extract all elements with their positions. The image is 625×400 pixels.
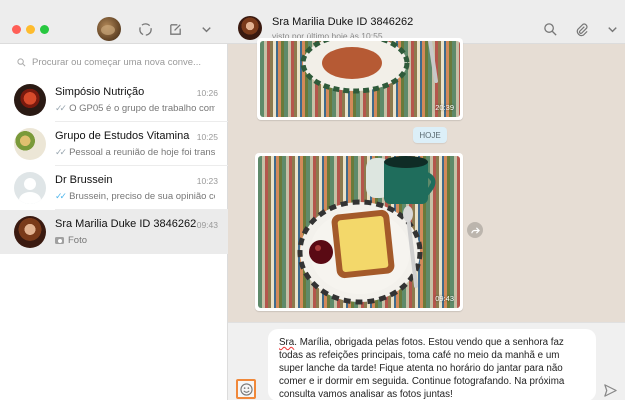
sidebar-header	[0, 0, 228, 44]
camera-icon	[55, 237, 64, 244]
chat-preview: Foto	[55, 235, 215, 246]
chat-preview-text: Brussein, preciso de sua opinião co...	[69, 191, 215, 202]
date-separator: HOJE	[413, 127, 447, 143]
sent-ticks-icon: ✓✓	[55, 103, 67, 113]
chat-list-item[interactable]: Simpósio Nutrição 10:26 ✓✓ O GP05 é o gru…	[0, 78, 228, 122]
search-icon	[10, 57, 32, 67]
status-icon[interactable]	[135, 19, 155, 39]
message-composer: Sra. Marília, obrigada pelas fotos. Esto…	[228, 322, 625, 400]
emoji-icon[interactable]	[236, 379, 256, 399]
message-time: 20:39	[435, 103, 454, 112]
chat-preview-text: O GP05 é o grupo de trabalho com ...	[69, 103, 215, 114]
photo-message[interactable]: 09:43	[255, 153, 463, 311]
minimize-window-button[interactable]	[26, 25, 35, 34]
chat-name: Simpósio Nutrição	[55, 86, 145, 98]
message-time: 09:43	[435, 294, 454, 303]
chat-list-item-active[interactable]: Sra Marilia Duke ID 3846262 09:43 Foto	[0, 210, 228, 254]
my-profile-avatar[interactable]	[97, 17, 121, 41]
chat-time: 10:26	[196, 88, 218, 98]
chat-avatar	[14, 128, 46, 160]
chat-time: 10:25	[196, 132, 218, 142]
misspelled-word: Sra	[279, 337, 295, 348]
chat-name: Sra Marilia Duke ID 3846262	[55, 218, 197, 230]
message-draft-text: . Marília, obrigada pelas fotos. Estou v…	[279, 337, 565, 400]
chat-preview-text: Foto	[68, 235, 88, 246]
chat-preview: ✓✓ Brussein, preciso de sua opinião co...	[55, 191, 215, 202]
new-chat-icon[interactable]	[165, 19, 185, 39]
chat-time: 10:23	[196, 176, 218, 186]
contact-avatar[interactable]	[238, 16, 262, 40]
chat-time: 09:43	[196, 220, 218, 230]
chat-sidebar: Simpósio Nutrição 10:26 ✓✓O GP05 é o gru…	[0, 0, 228, 400]
chat-avatar	[14, 216, 46, 248]
chat-avatar	[14, 84, 46, 116]
chat-preview: ✓✓ O GP05 é o grupo de trabalho com ...	[55, 103, 215, 114]
photo-message[interactable]: 20:39	[257, 38, 463, 120]
chat-preview: ✓✓ Pessoal a reunião de hoje foi transf..…	[55, 147, 215, 158]
chat-name: Dr Brussein	[55, 174, 113, 186]
send-icon[interactable]	[601, 381, 619, 399]
sent-ticks-icon: ✓✓	[55, 147, 67, 157]
menu-chevron-icon[interactable]	[196, 19, 216, 39]
zoom-window-button[interactable]	[40, 25, 49, 34]
meal-photo[interactable]: 09:43	[258, 156, 460, 308]
read-ticks-icon: ✓✓	[55, 191, 67, 201]
message-input[interactable]: Sra. Marília, obrigada pelas fotos. Esto…	[268, 329, 596, 400]
forward-icon[interactable]	[467, 222, 483, 238]
chat-list-item[interactable]: Grupo de Estudos Vitamina 10:25 ✓✓ Pessoa…	[0, 122, 228, 166]
chat-name: Grupo de Estudos Vitamina	[55, 130, 190, 142]
contact-name: Sra Marilia Duke ID 3846262	[272, 16, 414, 28]
search-bar[interactable]	[10, 52, 218, 72]
default-avatar-icon	[14, 172, 46, 204]
menu-chevron-icon[interactable]	[602, 19, 622, 39]
search-input[interactable]	[32, 56, 212, 68]
search-icon[interactable]	[540, 19, 560, 39]
attach-icon[interactable]	[571, 19, 591, 39]
conversation-panel: Sra Marilia Duke ID 3846262 visto por úl…	[228, 0, 625, 400]
close-window-button[interactable]	[12, 25, 21, 34]
chat-list-item[interactable]: Dr Brussein 10:23 ✓✓ Brussein, preciso de…	[0, 166, 228, 210]
meal-photo[interactable]: 20:39	[260, 41, 460, 117]
chat-preview-text: Pessoal a reunião de hoje foi transf...	[69, 147, 215, 158]
